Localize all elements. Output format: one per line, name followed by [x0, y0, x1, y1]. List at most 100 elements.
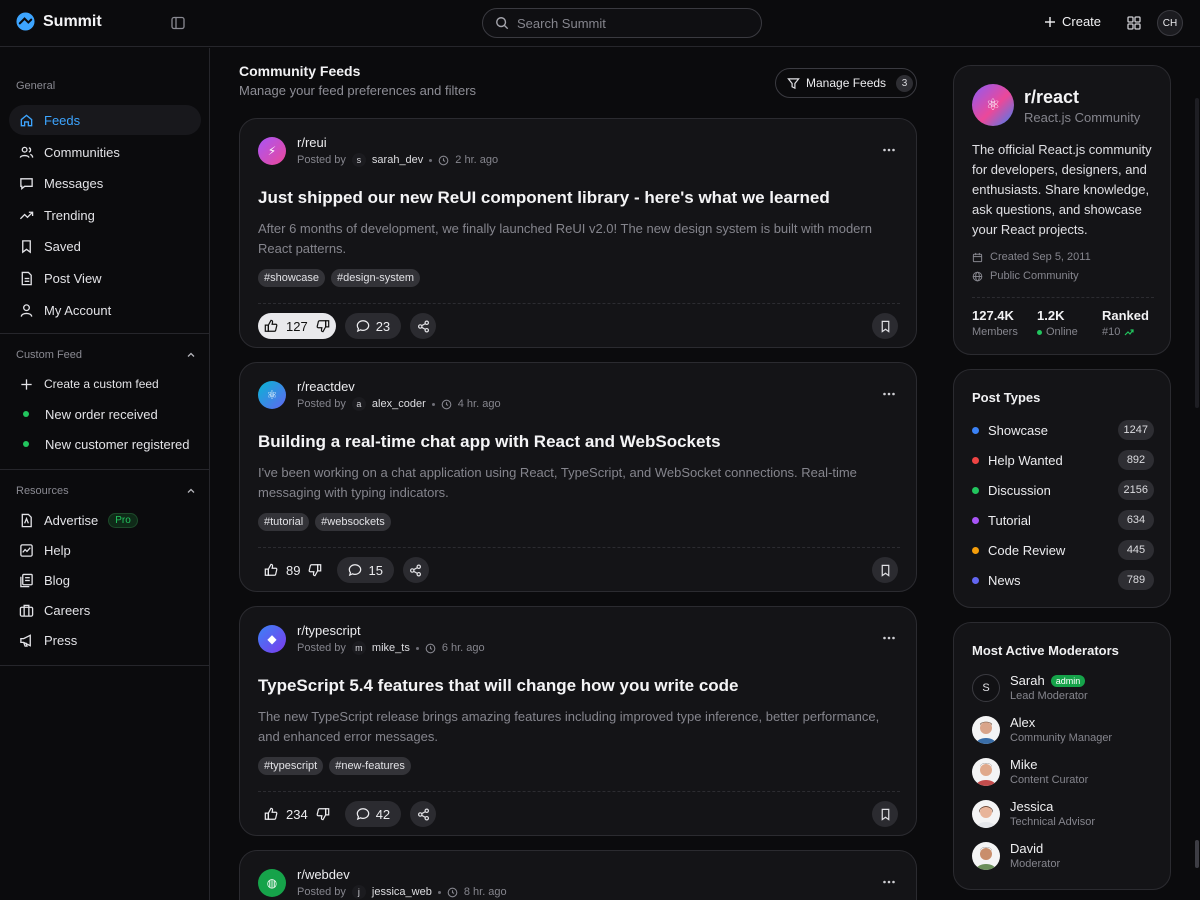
sidebar-item-messages[interactable]: Messages — [9, 168, 201, 198]
save-post-button[interactable] — [872, 313, 898, 339]
post-type-row[interactable]: Discussion 2156 — [972, 480, 1154, 500]
post-title[interactable]: TypeScript 5.4 features that will change… — [258, 676, 739, 696]
separator-dot — [431, 402, 435, 406]
search-icon — [496, 17, 509, 30]
thumbs-down-icon[interactable] — [308, 563, 322, 577]
members-value: 127.4K — [972, 308, 1014, 323]
new-customer-item[interactable]: New customer registered — [9, 429, 201, 459]
tag-chip[interactable]: #typescript — [258, 757, 324, 775]
user-avatar[interactable]: CH — [1157, 10, 1183, 36]
community-name[interactable]: r/reui — [297, 135, 327, 150]
custom-feed-header[interactable]: Custom Feed — [16, 349, 196, 361]
community-name[interactable]: r/reactdev — [297, 379, 355, 394]
plus-icon — [1045, 16, 1055, 27]
sidebar-item-label: Help — [44, 542, 71, 558]
community-avatar[interactable]: ⚡ — [258, 137, 286, 165]
tag-chip[interactable]: #tutorial — [258, 513, 310, 531]
app-name: Summit — [43, 12, 102, 30]
tag-chip[interactable]: #websockets — [315, 513, 391, 531]
moderator-row[interactable]: S Sarah admin Lead Moderator — [972, 673, 1088, 702]
share-button[interactable] — [410, 313, 437, 339]
sidebar-item-communities[interactable]: Communities — [9, 137, 201, 167]
post-type-label: Showcase — [988, 422, 1048, 438]
more-options-icon[interactable] — [882, 875, 896, 889]
author-name[interactable]: mike_ts — [372, 642, 410, 654]
community-logo-icon: ⚛ — [972, 84, 1014, 126]
community-name[interactable]: r/webdev — [297, 867, 350, 882]
create-button[interactable]: Create — [1044, 14, 1101, 29]
post-type-row[interactable]: Help Wanted 892 — [972, 450, 1154, 470]
sidebar-item-saved[interactable]: Saved — [9, 231, 201, 261]
moderator-row[interactable]: Jessica Technical Advisor — [972, 799, 1095, 828]
bookmark-icon — [881, 564, 889, 577]
community-avatar[interactable]: ◍ — [258, 869, 286, 897]
tag-chip[interactable]: #new-features — [329, 757, 411, 775]
post-card[interactable]: ◆ r/typescript Posted by m mike_ts 6 hr.… — [239, 606, 917, 836]
chevron-up-icon[interactable] — [186, 350, 196, 360]
comments-button[interactable]: 15 — [337, 557, 394, 583]
sidebar-item-blog[interactable]: Blog — [9, 565, 201, 595]
thumbs-up-icon[interactable] — [264, 563, 278, 577]
comments-button[interactable]: 42 — [344, 801, 402, 827]
page-scrollbar[interactable] — [1194, 48, 1200, 900]
thumbs-down-icon[interactable] — [316, 319, 330, 333]
sidebar-item-press[interactable]: Press — [9, 625, 201, 655]
apps-grid-icon[interactable] — [1127, 16, 1141, 30]
status-dot-icon — [23, 441, 29, 447]
megaphone-icon — [20, 633, 31, 647]
more-options-icon[interactable] — [882, 143, 896, 157]
post-type-row[interactable]: News 789 — [972, 570, 1154, 590]
sidebar-item-help[interactable]: Help — [9, 535, 201, 565]
post-type-row[interactable]: Tutorial 634 — [972, 510, 1154, 530]
search-bar[interactable] — [482, 8, 762, 38]
author-name[interactable]: alex_coder — [372, 398, 426, 410]
scrollbar-thumb[interactable] — [1195, 840, 1199, 868]
post-meta: Posted by j jessica_web 8 hr. ago — [297, 885, 507, 899]
post-type-count: 2156 — [1117, 480, 1154, 500]
tag-chip[interactable]: #design-system — [331, 269, 421, 287]
chevron-up-icon[interactable] — [186, 486, 196, 496]
community-avatar[interactable]: ◆ — [258, 625, 286, 653]
save-post-button[interactable] — [872, 557, 898, 583]
tag-chip[interactable]: #showcase — [258, 269, 326, 287]
sidebar-item-careers[interactable]: Careers — [9, 595, 201, 625]
sidebar-item-advertise[interactable]: Advertise Pro — [9, 505, 201, 535]
thumbs-up-icon[interactable] — [264, 807, 278, 821]
comments-button[interactable]: 23 — [344, 313, 402, 339]
post-card[interactable]: ◍ r/webdev Posted by j jessica_web 8 hr.… — [239, 850, 917, 900]
new-order-item[interactable]: New order received — [9, 399, 201, 429]
brand[interactable]: Summit — [16, 12, 102, 31]
author-name[interactable]: sarah_dev — [372, 154, 423, 166]
sidebar-item-feeds[interactable]: Feeds — [9, 105, 201, 135]
resources-header[interactable]: Resources — [16, 485, 196, 497]
post-title[interactable]: Just shipped our new ReUI component libr… — [258, 188, 830, 208]
post-type-row[interactable]: Showcase 1247 — [972, 420, 1154, 440]
save-post-button[interactable] — [872, 801, 898, 827]
sidebar-item-my-account[interactable]: My Account — [9, 295, 201, 325]
more-options-icon[interactable] — [882, 387, 896, 401]
community-avatar[interactable]: ⚛ — [258, 381, 286, 409]
community-name[interactable]: r/typescript — [297, 623, 361, 638]
post-title[interactable]: Building a real-time chat app with React… — [258, 432, 721, 452]
post-card[interactable]: ⚛ r/reactdev Posted by a alex_coder 4 hr… — [239, 362, 917, 592]
sidebar-toggle-icon[interactable] — [170, 15, 186, 31]
post-type-row[interactable]: Code Review 445 — [972, 540, 1154, 560]
sidebar-item-trending[interactable]: Trending — [9, 200, 201, 230]
thumbs-up-icon[interactable] — [264, 319, 278, 333]
post-card[interactable]: ⚡ r/reui Posted by s sarah_dev 2 hr. ago… — [239, 118, 917, 348]
community-name[interactable]: r/react — [1024, 87, 1079, 108]
sidebar-item-post-view[interactable]: Post View — [9, 263, 201, 293]
thumbs-down-icon[interactable] — [316, 807, 330, 821]
share-button[interactable] — [410, 801, 437, 827]
scrollbar-thumb-upper[interactable] — [1195, 98, 1199, 408]
more-options-icon[interactable] — [882, 631, 896, 645]
bookmark-icon — [22, 239, 31, 253]
create-custom-feed-item[interactable]: Create a custom feed — [9, 369, 201, 399]
moderator-row[interactable]: Alex Community Manager — [972, 715, 1112, 744]
moderator-row[interactable]: Mike Content Curator — [972, 757, 1088, 786]
search-input[interactable] — [517, 15, 737, 31]
moderator-row[interactable]: David Moderator — [972, 841, 1060, 870]
share-button[interactable] — [402, 557, 429, 583]
author-name[interactable]: jessica_web — [372, 886, 432, 898]
manage-feeds-button[interactable]: Manage Feeds 3 — [775, 68, 917, 98]
